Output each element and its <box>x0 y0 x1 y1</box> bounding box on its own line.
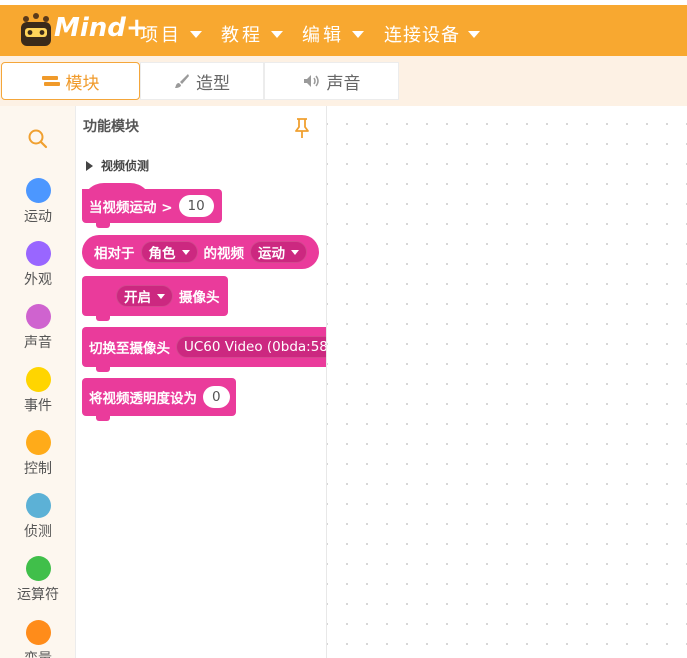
category-dot <box>25 556 51 581</box>
block-notch <box>96 367 110 372</box>
camera-option-dropdown[interactable]: 开启 <box>116 285 173 307</box>
category-variables[interactable]: 变量 <box>0 620 76 658</box>
category-label: 声音 <box>24 335 52 351</box>
when-video-motion-block[interactable]: 当视频运动 > 10 <box>82 189 222 223</box>
motion-threshold-input[interactable]: 10 <box>178 195 214 217</box>
menu-bar: Mind+ 项目 教程 编辑 连接设备 <box>0 5 687 56</box>
caret-right-icon <box>86 160 93 171</box>
dropdown-value: 开启 <box>124 290 151 306</box>
robot-logo-icon <box>21 13 51 46</box>
category-dot <box>25 430 51 455</box>
transparency-input[interactable]: 0 <box>203 386 230 408</box>
target-dropdown[interactable]: 角色 <box>140 241 198 263</box>
category-operators[interactable]: 运算符 <box>0 556 76 604</box>
chevron-down-icon <box>181 249 190 255</box>
category-label: 运算符 <box>17 587 59 603</box>
category-looks[interactable]: 外观 <box>0 241 76 289</box>
category-sound[interactable]: 声音 <box>0 304 76 352</box>
tab-sounds-label: 声音 <box>326 73 361 94</box>
category-dot <box>25 493 51 518</box>
category-label: 事件 <box>24 398 52 414</box>
video-relative-reporter[interactable]: 相对于 角色 的视频 运动 <box>82 235 319 269</box>
brush-icon <box>175 74 189 88</box>
menu-tutorial[interactable]: 教程 <box>221 21 283 47</box>
category-search[interactable] <box>0 128 76 150</box>
editor-tabs: 模块 造型 声音 <box>0 56 687 106</box>
chevron-down-icon <box>468 30 480 38</box>
blocks-icon <box>41 76 60 86</box>
section-label: 视频侦测 <box>101 159 150 173</box>
search-icon <box>28 129 48 149</box>
chevron-down-icon <box>352 30 364 38</box>
palette-title: 功能模块 <box>83 119 139 135</box>
pin-icon[interactable] <box>292 116 312 140</box>
block-text: 当视频运动 > <box>89 200 173 216</box>
speaker-icon <box>303 75 319 87</box>
category-label: 运动 <box>24 209 52 225</box>
block-text: 摄像头 <box>179 290 220 306</box>
dropdown-value: 角色 <box>148 246 176 262</box>
category-sensing[interactable]: 侦测 <box>0 493 76 541</box>
menu-tutorial-label: 教程 <box>221 25 263 46</box>
chevron-down-icon <box>190 30 202 38</box>
block-notch <box>96 316 110 321</box>
block-text: 的视频 <box>203 246 245 262</box>
tab-blocks[interactable]: 模块 <box>1 62 140 100</box>
section-video-sensing[interactable]: 视频侦测 <box>86 157 149 174</box>
menu-edit[interactable]: 编辑 <box>302 21 364 47</box>
logo-text: Mind+ <box>54 13 148 43</box>
block-text: 切换至摄像头 <box>89 341 170 357</box>
block-notch <box>96 223 110 228</box>
chevron-down-icon <box>291 249 299 255</box>
set-video-transparency-block[interactable]: 将视频透明度设为 0 <box>82 378 236 416</box>
category-label: 控制 <box>24 461 52 477</box>
category-label: 外观 <box>24 272 52 288</box>
category-dot <box>25 178 51 203</box>
category-label: 变量 <box>24 648 52 658</box>
chevron-down-icon <box>271 30 283 38</box>
tab-sounds[interactable]: 声音 <box>264 62 399 100</box>
menu-connect-device[interactable]: 连接设备 <box>384 21 480 47</box>
block-text: 将视频透明度设为 <box>89 391 197 407</box>
category-events[interactable]: 事件 <box>0 367 76 415</box>
dropdown-value: 运动 <box>258 246 285 262</box>
menu-edit-label: 编辑 <box>302 25 344 46</box>
block-notch <box>96 416 110 421</box>
tab-blocks-label: 模块 <box>65 73 100 94</box>
category-dot <box>25 620 51 645</box>
mindplus-window: Mind+ 项目 教程 编辑 连接设备 模块 造型 声音 运动 外观 声音 事件… <box>0 0 687 658</box>
attribute-dropdown[interactable]: 运动 <box>250 241 307 263</box>
category-dot <box>25 304 51 329</box>
tab-costumes-label: 造型 <box>196 73 230 94</box>
menu-project-label: 项目 <box>140 25 182 46</box>
block-text: 相对于 <box>94 246 135 262</box>
category-menu: 运动 外观 声音 事件 控制 侦测 运算符 变量 <box>0 106 76 658</box>
menu-connect-device-label: 连接设备 <box>384 25 460 46</box>
category-motion[interactable]: 运动 <box>0 178 76 226</box>
category-dot <box>25 241 51 266</box>
camera-toggle-block[interactable]: 开启 摄像头 <box>82 276 228 316</box>
chevron-down-icon <box>157 293 165 299</box>
category-dot <box>25 367 51 392</box>
category-label: 侦测 <box>24 524 52 540</box>
mindplus-logo[interactable]: Mind+ <box>18 13 148 51</box>
menu-project[interactable]: 项目 <box>140 21 202 47</box>
category-control[interactable]: 控制 <box>0 430 76 478</box>
script-workspace[interactable] <box>326 106 687 658</box>
tab-costumes[interactable]: 造型 <box>140 62 264 100</box>
